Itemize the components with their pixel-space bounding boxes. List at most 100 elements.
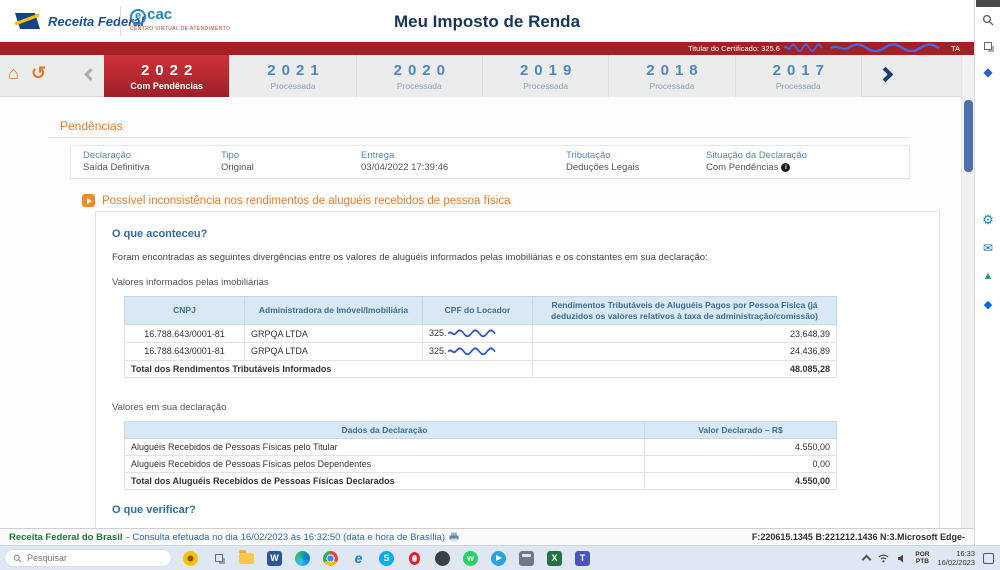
column-header: CPF do Locador [422, 295, 533, 326]
chrome-icon[interactable] [322, 550, 339, 567]
cnpj-cell: 16.788.643/0001-81 [124, 324, 245, 343]
chevron-left-icon[interactable] [84, 68, 97, 81]
sidebar-dropbox-icon[interactable]: ◆ [980, 296, 996, 312]
tab-year-label: 2020 [393, 62, 451, 79]
redaction-scribble [447, 329, 499, 339]
declaration-field: Tributação Deduções Legais [566, 150, 706, 174]
sidebar-search-icon[interactable] [980, 12, 996, 28]
sidebar-drive-icon[interactable]: ▲ [980, 268, 996, 284]
field-value: Deduções Legais [566, 162, 640, 174]
pendency-link[interactable]: Possível inconsistência nos rendimentos … [82, 194, 511, 207]
informed-values-table: CNPJ Administradora de Imóvel/Imobiliári… [124, 295, 837, 378]
statusbar-info: - Consulta efetuada no dia 16/02/2023 às… [126, 531, 446, 543]
table-row: 16.788.643/0001-81 GRPQA LTDA 325. 23.64… [124, 324, 837, 343]
info-icon[interactable]: i [781, 163, 791, 173]
volume-icon[interactable] [897, 554, 907, 563]
github-icon[interactable] [434, 550, 451, 567]
declaration-field: Situação da Declaração Com Pendências i [706, 150, 897, 174]
sidebar-copilot-icon[interactable]: ◆ [980, 64, 996, 80]
tab-status-label: Processada [396, 81, 442, 91]
table-header-row: Dados da Declaração Valor Declarado – R$ [124, 420, 837, 440]
total-value-cell: 48.085,28 [532, 359, 837, 378]
table-row: Aluguéis Recebidos de Pessoas Físicas pe… [124, 455, 837, 474]
whatsapp-icon[interactable]: w [462, 550, 479, 567]
statusbar-brand: Receita Federal do Brasil [9, 531, 123, 543]
sidebar-settings-icon[interactable]: ⚙ [980, 212, 996, 228]
tab-year-label: 2019 [519, 62, 578, 79]
clock[interactable]: 16:33 16/02/2023 [937, 549, 975, 568]
label-cell: Aluguéis Recebidos de Pessoas Físicas pe… [124, 455, 645, 474]
task-view-icon[interactable] [210, 550, 227, 567]
tab-2019[interactable]: 2019 Processada [482, 55, 610, 97]
sidebar-outlook-icon[interactable]: ✉ [980, 240, 996, 256]
notification-center-icon[interactable] [983, 552, 994, 564]
search-input[interactable] [27, 553, 147, 563]
table-total-row: Total dos Rendimentos Tributáveis Inform… [124, 359, 837, 378]
value-cell: 0,00 [644, 455, 837, 474]
excel-icon[interactable]: X [546, 550, 563, 567]
weather-icon[interactable] [182, 550, 199, 567]
column-header: Dados da Declaração [124, 420, 645, 440]
wifi-icon[interactable] [878, 554, 889, 563]
declaration-summary-bar: Declaração Saída Definitiva Tipo Origina… [70, 145, 910, 179]
table-row: Aluguéis Recebidos de Pessoas Físicas pe… [124, 438, 837, 457]
vertical-scrollbar[interactable] [961, 55, 974, 528]
screen: Receita Federal e cac CENTRO VIRTUAL DE A… [0, 0, 1000, 570]
what-happened-heading: O que aconteceu? [112, 228, 208, 240]
pendency-intro-text: Foram encontradas as seguintes divergênc… [112, 252, 708, 263]
search-icon [13, 554, 22, 563]
tray-time: 16:33 [956, 548, 975, 558]
edge-icon[interactable] [294, 550, 311, 567]
printer-icon[interactable] [449, 532, 459, 542]
field-value: Saída Definitiva [83, 162, 150, 174]
field-label: Entrega [361, 150, 395, 161]
field-label: Tributação [566, 150, 611, 161]
calculator-icon[interactable] [518, 550, 535, 567]
table-header-row: CNPJ Administradora de Imóvel/Imobiliári… [124, 295, 837, 326]
tab-2020[interactable]: 2020 Processada [356, 55, 483, 97]
opera-icon[interactable] [406, 550, 423, 567]
file-explorer-icon[interactable] [238, 549, 255, 567]
tab-year-label: 2017 [772, 62, 830, 79]
column-header: CNPJ [124, 295, 245, 326]
internet-explorer-icon[interactable]: e [350, 550, 367, 567]
tab-2018[interactable]: 2018 Processada [609, 55, 736, 97]
language-indicator[interactable]: POR PTB [915, 551, 929, 566]
section-divider [48, 137, 910, 138]
telegram-icon[interactable] [490, 550, 507, 567]
taskbar-search[interactable] [4, 549, 172, 567]
skype-icon[interactable]: S [378, 550, 395, 567]
declaration-field: Declaração Saída Definitiva [83, 150, 221, 174]
arrow-bullet-icon [82, 194, 95, 207]
tab-2021[interactable]: 2021 Processada [230, 55, 357, 97]
chevron-right-icon[interactable] [877, 66, 894, 83]
scrollbar-thumb[interactable] [964, 100, 973, 172]
page-title: Meu Imposto de Renda [393, 12, 581, 31]
status-bar: Receita Federal do Brasil - Consulta efe… [0, 528, 974, 545]
what-verify-heading: O que verificar? [112, 504, 196, 517]
sidebar-collections-icon[interactable] [980, 38, 996, 54]
declared-values-table: Dados da Declaração Valor Declarado – R$… [124, 420, 837, 491]
value-cell: 4.550,00 [644, 438, 837, 457]
table2-caption: Valores em sua declaração [112, 401, 227, 413]
word-icon[interactable]: W [266, 550, 283, 567]
redaction-scribble [828, 43, 948, 54]
redaction-scribble [447, 346, 499, 357]
tab-year-label: 2021 [267, 62, 325, 79]
app-header: Receita Federal e cac CENTRO VIRTUAL DE A… [0, 0, 974, 42]
field-value: Com Pendências i [706, 162, 897, 174]
home-icon[interactable]: ⌂ [8, 64, 19, 82]
field-value: Original [221, 162, 254, 174]
cpf-cell: 325. [422, 324, 533, 343]
statusbar-codes: F:220615.1345 B:221212.1436 N:3.Microsof… [751, 532, 965, 542]
teams-icon[interactable]: T [574, 550, 591, 567]
system-tray: POR PTB 16:33 16/02/2023 [861, 549, 994, 568]
tab-year-label: 2022 [140, 62, 199, 79]
redaction-scribble [783, 43, 825, 54]
tray-chevron-up-icon[interactable] [861, 554, 872, 565]
certificate-suffix: TA [950, 44, 960, 53]
undo-icon[interactable]: ↺ [31, 64, 46, 82]
table1-caption: Valores informados pelas imobiliárias [112, 277, 269, 288]
tab-2017[interactable]: 2017 Processada [735, 55, 862, 97]
tab-2022[interactable]: 2022 Com Pendências [104, 55, 231, 97]
